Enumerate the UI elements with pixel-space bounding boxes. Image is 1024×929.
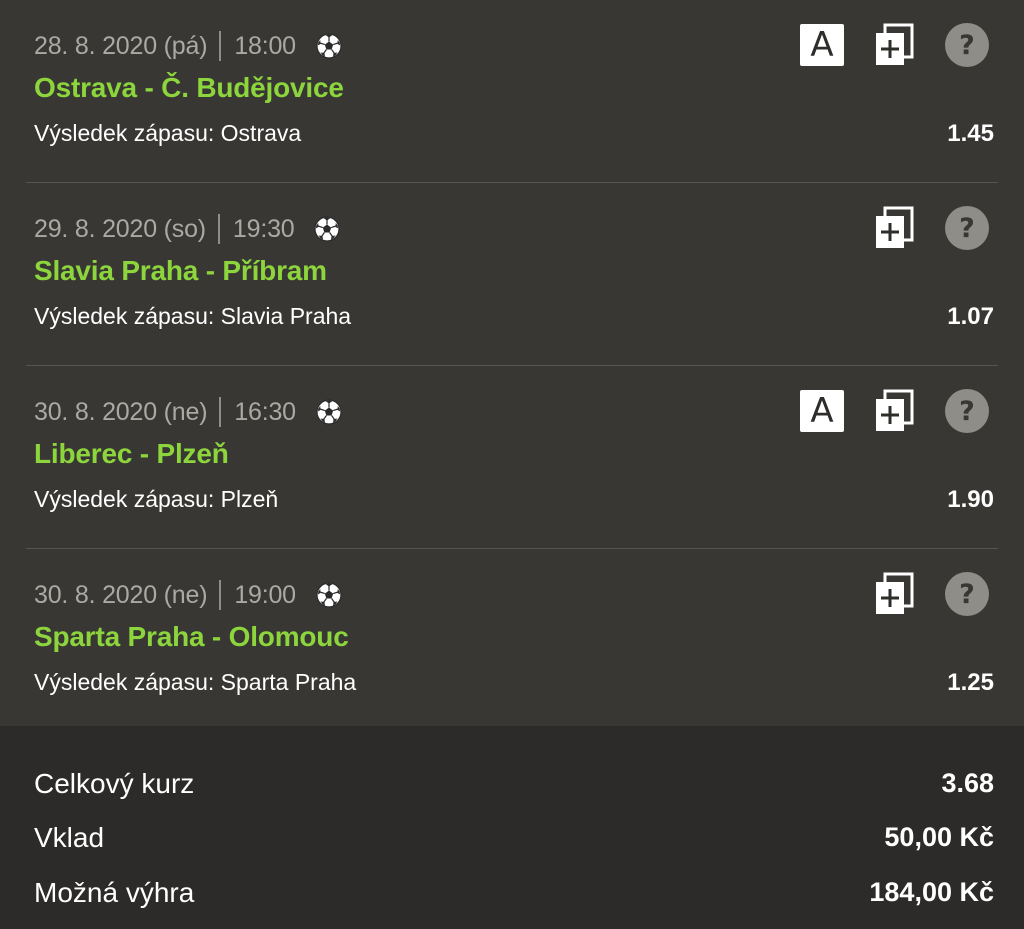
add-to-ticket-icon[interactable] [874,572,944,616]
bet-date: 29. 8. 2020 (so) [34,214,206,243]
help-icon[interactable]: ? [944,22,990,68]
match-name[interactable]: Sparta Praha - Olomouc [34,621,349,653]
soccer-ball-icon [316,33,342,59]
bet-actions: A? [800,388,990,434]
add-to-ticket-icon[interactable] [874,23,944,67]
possible-win-label: Možná výhra [34,877,195,908]
bet-date: 28. 8. 2020 (pá) [34,31,208,60]
bet-datetime: 28. 8. 2020 (pá) 18:00 [34,30,342,62]
bet-odds: 1.25 [947,669,994,696]
stake-label: Vklad [34,822,105,853]
match-name[interactable]: Liberec - Plzeň [34,438,229,470]
bet-actions: ? [874,571,990,617]
svg-text:?: ? [959,579,975,610]
match-name[interactable]: Ostrava - Č. Budějovice [34,72,344,104]
bet-item: 29. 8. 2020 (so) 19:30? Slavia Praha - Pří… [0,183,1024,366]
total-odds-row: Celkový kurz 3.68 [34,768,994,802]
live-stream-icon[interactable]: A [800,390,844,432]
bet-item: 28. 8. 2020 (pá) 18:00 A? Ostrava - Č. Budě… [0,0,1024,183]
possible-win-value: 184,00 Kč [869,877,994,907]
svg-text:?: ? [959,30,975,61]
bet-time: 19:00 [234,580,296,609]
add-to-ticket-icon[interactable] [874,389,944,433]
bet-date: 30. 8. 2020 (ne) [34,580,208,609]
possible-win-row: Možná výhra 184,00 Kč [34,877,994,911]
bet-actions: ? [874,205,990,251]
bet-odds: 1.90 [947,486,994,513]
soccer-ball-icon [316,582,342,608]
live-stream-icon[interactable]: A [800,24,844,66]
bet-item: 30. 8. 2020 (ne) 19:00? Sparta Praha - Olo… [0,549,1024,732]
ticket-summary: Celkový kurz 3.68 Vklad 50,00 Kč Možná v… [0,726,1024,929]
datetime-separator [219,397,222,427]
datetime-separator [219,580,222,610]
datetime-separator [217,214,220,244]
svg-text:?: ? [959,213,975,244]
datetime-separator [219,31,222,61]
total-odds-value: 3.68 [941,768,994,798]
soccer-ball-icon [316,399,342,425]
bet-odds: 1.07 [947,303,994,330]
bet-ticket: 28. 8. 2020 (pá) 18:00 A? Ostrava - Č. Budě… [0,0,1024,929]
bet-datetime: 29. 8. 2020 (so) 19:30 [34,213,341,245]
bet-market: Výsledek zápasu: Ostrava [34,120,302,146]
bet-time: 18:00 [234,31,296,60]
bet-list: 28. 8. 2020 (pá) 18:00 A? Ostrava - Č. Budě… [0,0,1024,732]
bet-datetime: 30. 8. 2020 (ne) 16:30 [34,396,342,428]
add-to-ticket-icon[interactable] [874,206,944,250]
soccer-ball-icon [314,216,341,242]
bet-odds: 1.45 [947,120,994,147]
total-odds-label: Celkový kurz [34,768,195,799]
bet-time: 19:30 [232,214,295,243]
bet-market: Výsledek zápasu: Sparta Praha [34,669,357,695]
bet-date: 30. 8. 2020 (ne) [34,397,208,426]
stake-value: 50,00 Kč [884,822,994,852]
bet-market: Výsledek zápasu: Slavia Praha [34,303,352,329]
stake-row: Vklad 50,00 Kč [34,822,994,856]
help-icon[interactable]: ? [944,205,990,251]
svg-text:?: ? [959,396,975,427]
bet-item: 30. 8. 2020 (ne) 16:30 A? Liberec - Plzeň Vý… [0,366,1024,549]
bet-market: Výsledek zápasu: Plzeň [34,486,279,512]
help-icon[interactable]: ? [944,388,990,434]
bet-datetime: 30. 8. 2020 (ne) 19:00 [34,579,342,611]
help-icon[interactable]: ? [944,571,990,617]
bet-actions: A? [800,22,990,68]
bet-time: 16:30 [234,397,296,426]
match-name[interactable]: Slavia Praha - Příbram [34,255,327,287]
